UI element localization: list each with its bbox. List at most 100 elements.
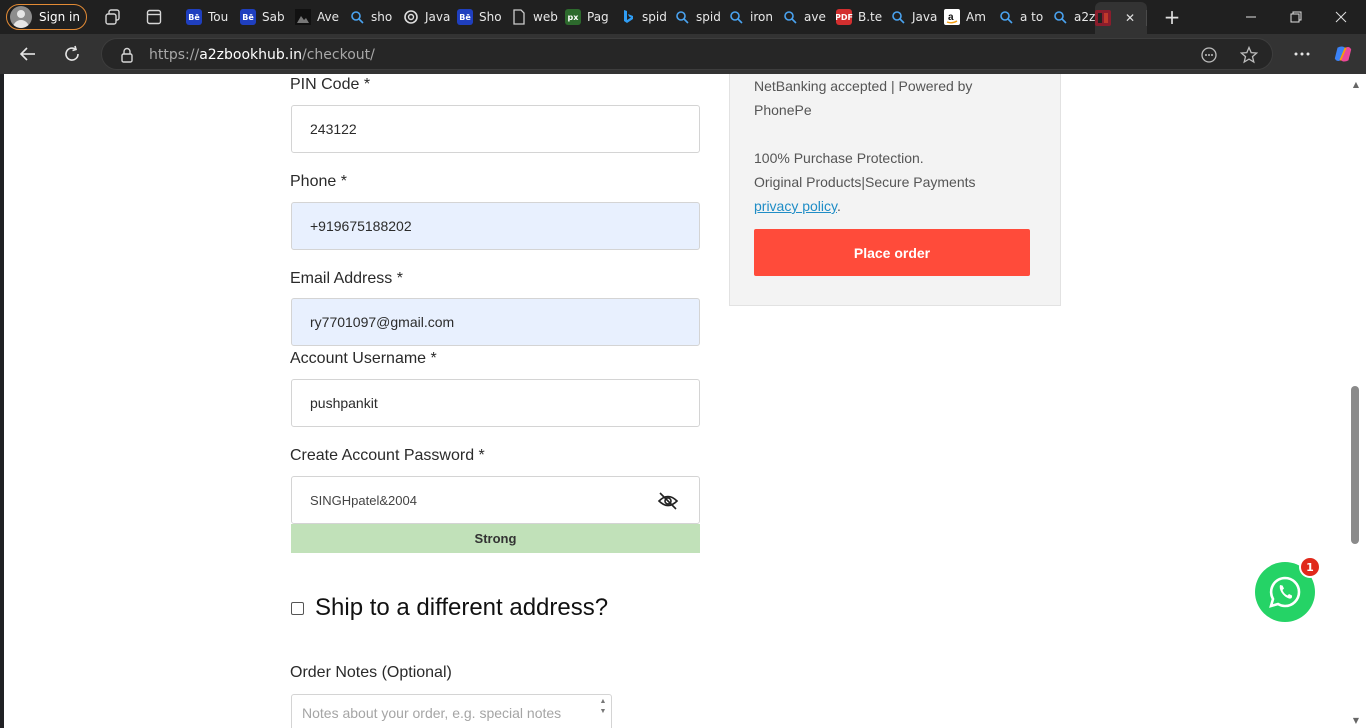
email-value: ry7701097@gmail.com xyxy=(310,314,455,330)
pin-code-input[interactable]: 243122 xyxy=(291,105,700,153)
browser-tab[interactable]: ✕ xyxy=(1095,2,1147,34)
username-label: Account Username * xyxy=(290,350,437,367)
order-summary-panel: NetBanking accepted | Powered by PhonePe… xyxy=(729,74,1061,306)
behance-icon: Bē xyxy=(240,9,256,25)
svg-text:a: a xyxy=(948,12,954,23)
bing-icon xyxy=(620,9,636,25)
restore-icon[interactable] xyxy=(1286,7,1306,27)
close-tab-icon[interactable]: ✕ xyxy=(1125,11,1135,25)
favorite-star-icon[interactable] xyxy=(1239,45,1259,68)
phone-label: Phone * xyxy=(290,173,347,190)
close-window-icon[interactable] xyxy=(1331,7,1351,27)
password-strength-indicator: Strong xyxy=(291,524,700,553)
browser-tab[interactable]: Bē Sab xyxy=(240,4,290,30)
browser-tab[interactable]: a to xyxy=(998,4,1048,30)
new-tab-icon[interactable]: + xyxy=(1162,5,1182,29)
page-icon xyxy=(511,9,527,25)
phone-value: +919675188202 xyxy=(310,218,412,234)
browser-tab[interactable]: Ave xyxy=(295,4,345,30)
tab-title: a to xyxy=(1020,10,1044,24)
search-icon xyxy=(1052,9,1068,25)
tab-separator xyxy=(1146,10,1147,26)
search-icon xyxy=(349,9,365,25)
payment-info-line1: NetBanking accepted | Powered by xyxy=(754,78,973,94)
tab-title: Am xyxy=(966,10,986,24)
sign-in-button[interactable]: Sign in xyxy=(6,4,87,30)
browser-tab[interactable]: Bē Sho xyxy=(457,4,507,30)
tab-title: Pag xyxy=(587,10,609,24)
hide-password-eye-icon[interactable] xyxy=(657,491,679,511)
tab-title: a2z xyxy=(1074,10,1096,24)
more-menu-icon[interactable] xyxy=(1292,44,1312,64)
behance-icon: Bē xyxy=(186,9,202,25)
email-input[interactable]: ry7701097@gmail.com xyxy=(291,298,700,346)
password-label: Create Account Password * xyxy=(290,447,485,464)
scroll-down-icon[interactable]: ▼ xyxy=(1351,716,1361,725)
privacy-policy-link[interactable]: privacy policy xyxy=(754,198,837,214)
profile-avatar-icon xyxy=(10,6,32,28)
browser-tab[interactable]: spid xyxy=(620,4,670,30)
tab-title: ave xyxy=(804,10,826,24)
tab-title: Sho xyxy=(479,10,502,24)
tab-title: sho xyxy=(371,10,393,24)
tab-title: iron xyxy=(750,10,773,24)
browser-tab[interactable]: ave xyxy=(782,4,832,30)
scrollbar-thumb[interactable] xyxy=(1351,386,1359,544)
copilot-icon[interactable] xyxy=(1333,44,1353,64)
ship-different-address-toggle[interactable]: Ship to a different address? xyxy=(291,594,608,622)
checkout-page: PIN Code * 243122 Phone * +919675188202 … xyxy=(4,74,1348,728)
url-text: https://a2zbookhub.in/checkout/ xyxy=(149,47,375,63)
image-icon xyxy=(295,9,311,25)
browser-tab[interactable]: sho xyxy=(349,4,399,30)
search-icon xyxy=(728,9,744,25)
payment-info-line2: PhonePe xyxy=(754,102,812,118)
textarea-spinner-icon[interactable]: ▲ ▼ xyxy=(597,697,609,717)
browser-tab[interactable]: spid xyxy=(674,4,724,30)
scroll-up-icon[interactable]: ▲ xyxy=(1351,80,1361,89)
behance-icon: Bē xyxy=(457,9,473,25)
refresh-icon[interactable] xyxy=(62,44,82,64)
browser-toolbar: https://a2zbookhub.in/checkout/ xyxy=(0,34,1366,74)
email-label: Email Address * xyxy=(290,270,403,287)
search-icon xyxy=(674,9,690,25)
lock-icon[interactable] xyxy=(120,47,134,67)
pin-code-label: PIN Code * xyxy=(290,76,371,93)
tab-strip: Sign in Bē Tou Bē Sab Ave sho Java Bē Sho web px Pa… xyxy=(0,0,1366,34)
notification-badge: 1 xyxy=(1299,556,1321,578)
openai-icon xyxy=(403,9,419,25)
browser-tab[interactable]: Java xyxy=(890,4,940,30)
order-notes-textarea[interactable]: Notes about your order, e.g. special not… xyxy=(291,694,612,728)
pin-code-value: 243122 xyxy=(310,121,357,137)
search-icon xyxy=(890,9,906,25)
place-order-button[interactable]: Place order xyxy=(754,229,1030,276)
browser-tab[interactable]: Java xyxy=(403,4,453,30)
password-input[interactable]: SINGHpatel&2004 xyxy=(291,476,700,524)
minimize-icon[interactable] xyxy=(1241,7,1261,27)
tab-actions-icon[interactable] xyxy=(144,7,164,27)
tab-title: spid xyxy=(696,10,721,24)
username-input[interactable]: pushpankit xyxy=(291,379,700,427)
tab-title: web xyxy=(533,10,558,24)
order-notes-placeholder: Notes about your order, e.g. special not… xyxy=(302,705,562,721)
address-bar[interactable]: https://a2zbookhub.in/checkout/ xyxy=(101,38,1273,70)
tab-title: Java xyxy=(425,10,451,24)
browser-tab[interactable]: PDF B.te xyxy=(836,4,886,30)
search-icon xyxy=(998,9,1014,25)
workspaces-icon[interactable] xyxy=(103,7,123,27)
browser-tab[interactable]: Bē Tou xyxy=(186,4,236,30)
phone-input[interactable]: +919675188202 xyxy=(291,202,700,250)
browser-tab[interactable]: px Pag xyxy=(565,4,615,30)
browser-tab[interactable]: iron xyxy=(728,4,778,30)
back-arrow-icon[interactable] xyxy=(18,44,38,64)
browser-tab[interactable]: a Am xyxy=(944,4,994,30)
tab-title: Tou xyxy=(208,10,229,24)
whatsapp-icon xyxy=(1269,576,1301,608)
tab-title: B.te xyxy=(858,10,883,24)
browser-tab[interactable]: web xyxy=(511,4,561,30)
pdf-icon: PDF xyxy=(836,9,853,25)
password-value: SINGHpatel&2004 xyxy=(310,492,417,508)
reading-mode-icon[interactable] xyxy=(1200,46,1218,68)
pixel-icon: px xyxy=(565,9,581,25)
privacy-policy-suffix: . xyxy=(837,198,841,214)
ship-different-address-checkbox[interactable] xyxy=(291,601,304,615)
